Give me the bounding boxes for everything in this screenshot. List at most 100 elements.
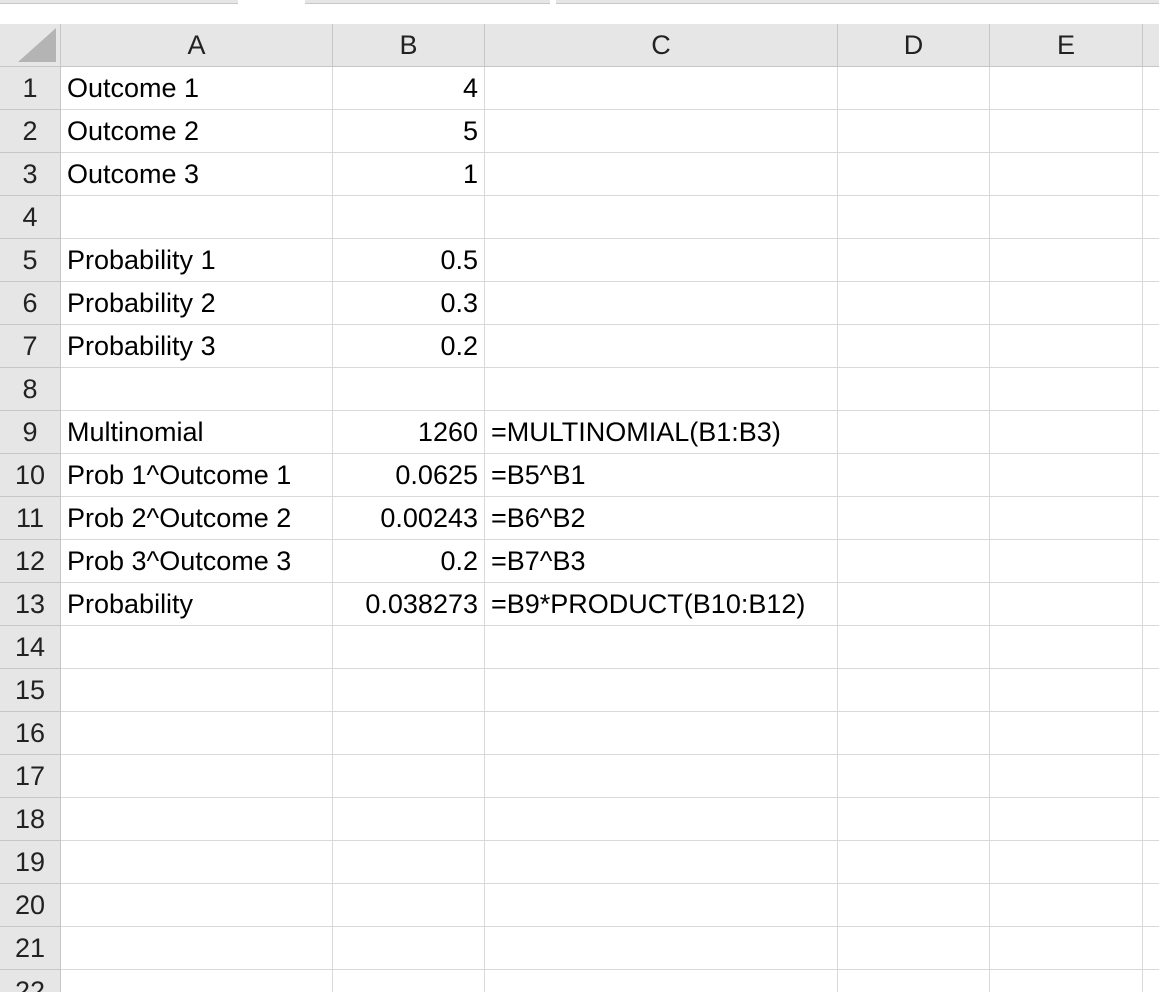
cell-d11[interactable] (838, 497, 990, 540)
cell-c17[interactable] (485, 755, 838, 798)
cell-b1[interactable]: 4 (333, 67, 485, 110)
cell-a3[interactable]: Outcome 3 (61, 153, 333, 196)
row-header-10[interactable]: 10 (0, 454, 61, 497)
cell-c15[interactable] (485, 669, 838, 712)
cell-d5[interactable] (838, 239, 990, 282)
cell-c5[interactable] (485, 239, 838, 282)
cell-e14[interactable] (990, 626, 1143, 669)
row-header-16[interactable]: 16 (0, 712, 61, 755)
cell-d12[interactable] (838, 540, 990, 583)
cell-a17[interactable] (61, 755, 333, 798)
cell-a20[interactable] (61, 884, 333, 927)
cell-a10[interactable]: Prob 1^Outcome 1 (61, 454, 333, 497)
cell-b8[interactable] (333, 368, 485, 411)
cell-b19[interactable] (333, 841, 485, 884)
column-header-a[interactable]: A (61, 24, 333, 67)
row-header-4[interactable]: 4 (0, 196, 61, 239)
row-header-2[interactable]: 2 (0, 110, 61, 153)
cell-c20[interactable] (485, 884, 838, 927)
cell-d21[interactable] (838, 927, 990, 970)
row-header-19[interactable]: 19 (0, 841, 61, 884)
cell-b18[interactable] (333, 798, 485, 841)
cell-a8[interactable] (61, 368, 333, 411)
cell-c3[interactable] (485, 153, 838, 196)
cell-d8[interactable] (838, 368, 990, 411)
cell-c1[interactable] (485, 67, 838, 110)
cell-d20[interactable] (838, 884, 990, 927)
cell-a22[interactable] (61, 970, 333, 992)
cell-a12[interactable]: Prob 3^Outcome 3 (61, 540, 333, 583)
cell-c4[interactable] (485, 196, 838, 239)
cell-d17[interactable] (838, 755, 990, 798)
cell-b16[interactable] (333, 712, 485, 755)
cell-a5[interactable]: Probability 1 (61, 239, 333, 282)
cell-a4[interactable] (61, 196, 333, 239)
cell-e21[interactable] (990, 927, 1143, 970)
cell-d19[interactable] (838, 841, 990, 884)
cell-a11[interactable]: Prob 2^Outcome 2 (61, 497, 333, 540)
cell-c13[interactable]: =B9*PRODUCT(B10:B12) (485, 583, 838, 626)
row-header-12[interactable]: 12 (0, 540, 61, 583)
cell-a13[interactable]: Probability (61, 583, 333, 626)
cell-d1[interactable] (838, 67, 990, 110)
cell-c12[interactable]: =B7^B3 (485, 540, 838, 583)
cell-b5[interactable]: 0.5 (333, 239, 485, 282)
cell-e3[interactable] (990, 153, 1143, 196)
cell-e4[interactable] (990, 196, 1143, 239)
cell-d7[interactable] (838, 325, 990, 368)
cell-d15[interactable] (838, 669, 990, 712)
cell-d2[interactable] (838, 110, 990, 153)
cell-a18[interactable] (61, 798, 333, 841)
cell-a7[interactable]: Probability 3 (61, 325, 333, 368)
row-header-15[interactable]: 15 (0, 669, 61, 712)
cell-c11[interactable]: =B6^B2 (485, 497, 838, 540)
cell-e7[interactable] (990, 325, 1143, 368)
row-header-18[interactable]: 18 (0, 798, 61, 841)
row-header-7[interactable]: 7 (0, 325, 61, 368)
cell-b14[interactable] (333, 626, 485, 669)
cell-c10[interactable]: =B5^B1 (485, 454, 838, 497)
cell-d22[interactable] (838, 970, 990, 992)
cell-b2[interactable]: 5 (333, 110, 485, 153)
cell-e13[interactable] (990, 583, 1143, 626)
cell-c6[interactable] (485, 282, 838, 325)
cell-c18[interactable] (485, 798, 838, 841)
cell-b13[interactable]: 0.038273 (333, 583, 485, 626)
select-all-button[interactable] (0, 24, 61, 67)
row-header-1[interactable]: 1 (0, 67, 61, 110)
cell-c2[interactable] (485, 110, 838, 153)
cell-b21[interactable] (333, 927, 485, 970)
cell-b20[interactable] (333, 884, 485, 927)
cell-a6[interactable]: Probability 2 (61, 282, 333, 325)
cell-e20[interactable] (990, 884, 1143, 927)
row-header-21[interactable]: 21 (0, 927, 61, 970)
cell-e17[interactable] (990, 755, 1143, 798)
cell-b3[interactable]: 1 (333, 153, 485, 196)
row-header-13[interactable]: 13 (0, 583, 61, 626)
cell-e15[interactable] (990, 669, 1143, 712)
cell-b11[interactable]: 0.00243 (333, 497, 485, 540)
column-header-e[interactable]: E (990, 24, 1143, 67)
cell-b15[interactable] (333, 669, 485, 712)
cell-b12[interactable]: 0.2 (333, 540, 485, 583)
cell-d16[interactable] (838, 712, 990, 755)
cell-a19[interactable] (61, 841, 333, 884)
cell-d10[interactable] (838, 454, 990, 497)
cell-b22[interactable] (333, 970, 485, 992)
cell-b17[interactable] (333, 755, 485, 798)
cell-c21[interactable] (485, 927, 838, 970)
cell-c9[interactable]: =MULTINOMIAL(B1:B3) (485, 411, 838, 454)
cell-e12[interactable] (990, 540, 1143, 583)
cell-a1[interactable]: Outcome 1 (61, 67, 333, 110)
row-header-8[interactable]: 8 (0, 368, 61, 411)
cell-b4[interactable] (333, 196, 485, 239)
cell-e9[interactable] (990, 411, 1143, 454)
cell-b10[interactable]: 0.0625 (333, 454, 485, 497)
cell-c14[interactable] (485, 626, 838, 669)
cell-a21[interactable] (61, 927, 333, 970)
cell-e18[interactable] (990, 798, 1143, 841)
cell-a14[interactable] (61, 626, 333, 669)
cell-e19[interactable] (990, 841, 1143, 884)
row-header-22[interactable]: 22 (0, 970, 61, 992)
cell-c16[interactable] (485, 712, 838, 755)
